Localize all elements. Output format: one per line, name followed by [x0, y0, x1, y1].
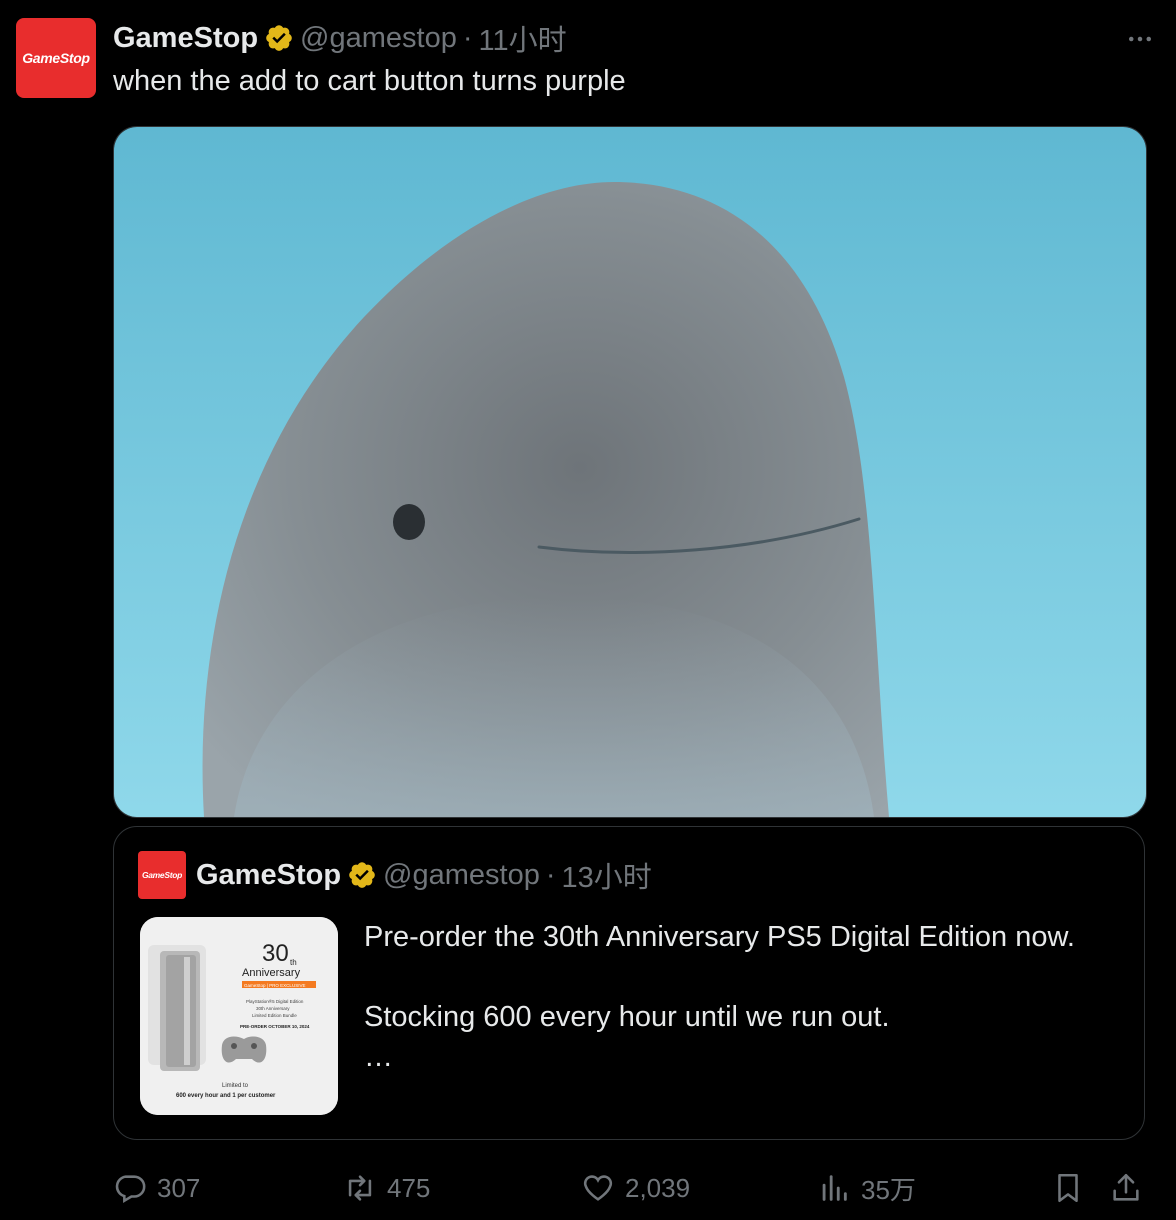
share-icon	[1113, 1173, 1139, 1201]
thumb-retailer-tag: GameStop | PRO EXCLUSIVE	[244, 983, 305, 988]
thumb-preorder: PRE-ORDER OCTOBER 10, 2024	[240, 1024, 310, 1029]
verified-badge-icon[interactable]	[264, 23, 294, 53]
author-name[interactable]: GameStop	[113, 22, 258, 55]
view-count: 35万	[861, 1174, 916, 1205]
post-time[interactable]: 11小时	[479, 17, 567, 59]
views-button[interactable]: 35万	[817, 1166, 916, 1210]
author-handle[interactable]: @gamestop	[300, 22, 457, 55]
separator-dot: ·	[545, 858, 556, 891]
thumb-product-line2: 30th Anniversary	[256, 1006, 290, 1011]
gamestop-logo: GameStop	[22, 50, 90, 66]
views-chart-icon	[822, 1175, 847, 1201]
bookmark-button[interactable]	[1051, 1166, 1085, 1210]
quoted-text-line2: Stocking 600 every hour until we run out…	[364, 1001, 890, 1033]
thumb-limit-detail: 600 every hour and 1 per customer	[176, 1093, 276, 1099]
quoted-author-name: GameStop	[196, 858, 342, 891]
quoted-text-line1: Pre-order the 30th Anniversary PS5 Digit…	[364, 921, 1075, 953]
action-bar: 307 475 2,039 35万	[113, 1166, 1153, 1210]
thumb-product-line1: PlayStation®5 Digital Edition	[246, 998, 304, 1004]
post-text: when the add to cart button turns purple	[113, 65, 626, 97]
repost-button[interactable]: 475	[343, 1166, 430, 1210]
quoted-text: Pre-order the 30th Anniversary PS5 Digit…	[364, 917, 1104, 1077]
ps5-bundle-ad-image: 30 th Anniversary GameStop | PRO EXCLUSI…	[140, 917, 338, 1115]
quoted-thumbnail[interactable]: 30 th Anniversary GameStop | PRO EXCLUSI…	[140, 917, 338, 1115]
author-avatar[interactable]: GameStop	[16, 18, 96, 98]
quoted-header: GameStop @gamestop · 13小时	[196, 855, 652, 895]
beluga-whale-illustration	[114, 127, 1146, 817]
heart-icon	[583, 1175, 613, 1201]
like-count: 2,039	[625, 1172, 691, 1203]
reply-button[interactable]: 307	[113, 1166, 200, 1210]
repost-icon	[348, 1175, 372, 1201]
quoted-author-handle: @gamestop	[383, 858, 540, 891]
thumb-anniversary: Anniversary	[242, 967, 301, 979]
share-button[interactable]	[1109, 1166, 1143, 1210]
post-header: GameStop @gamestop · 11小时	[113, 18, 567, 58]
thumb-big-number: 30	[262, 940, 289, 967]
more-dots-icon[interactable]	[1122, 24, 1158, 54]
thumb-product-line3: Limited Edition Bundle	[252, 1013, 297, 1018]
quoted-text-ellipsis: …	[364, 1041, 393, 1073]
reply-count: 307	[157, 1172, 201, 1203]
quoted-post[interactable]: GameStop GameStop @gamestop · 13小时 30 th…	[113, 826, 1145, 1140]
gamestop-logo: GameStop	[141, 870, 183, 880]
bookmark-icon	[1058, 1173, 1078, 1203]
post-image[interactable]	[113, 126, 1147, 818]
reply-icon	[115, 1175, 146, 1204]
thumb-limited: Limited to	[222, 1083, 249, 1089]
separator-dot: ·	[462, 21, 473, 54]
quoted-author-avatar[interactable]: GameStop	[138, 851, 186, 899]
like-button[interactable]: 2,039	[581, 1166, 690, 1210]
thumb-ordinal: th	[290, 958, 297, 967]
repost-count: 475	[387, 1172, 431, 1203]
verified-badge-icon	[347, 860, 377, 890]
quoted-post-time: 13小时	[561, 862, 652, 894]
